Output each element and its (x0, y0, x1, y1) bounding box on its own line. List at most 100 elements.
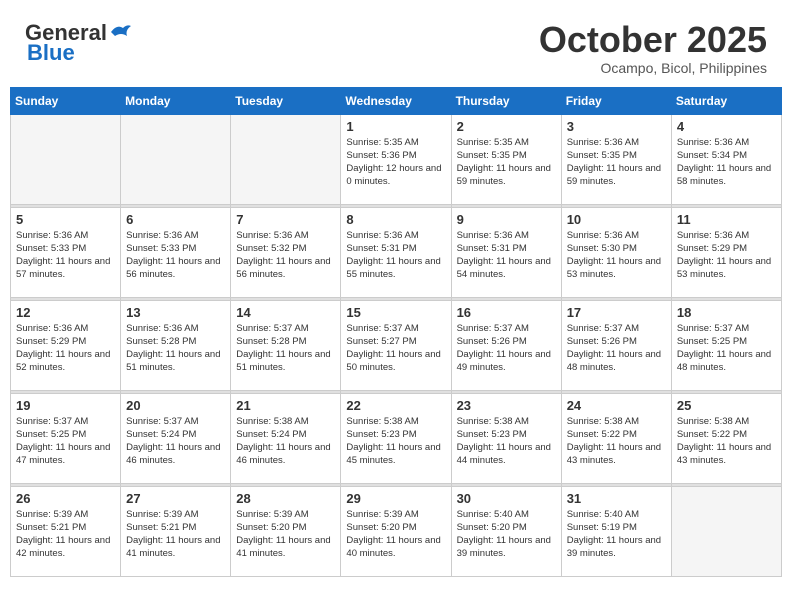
calendar-day-cell: 14 Sunrise: 5:37 AMSunset: 5:28 PMDayligh… (231, 300, 341, 390)
calendar-day-cell: 2 Sunrise: 5:35 AMSunset: 5:35 PMDaylight… (451, 114, 561, 204)
calendar-week-3: 12 Sunrise: 5:36 AMSunset: 5:29 PMDayligh… (11, 300, 782, 390)
calendar-day-cell: 5Sunrise: 5:36 AMSunset: 5:33 PMDaylight… (11, 207, 121, 297)
day-number: 21 (236, 398, 335, 413)
day-number: 13 (126, 305, 225, 320)
calendar-day-cell: 10 Sunrise: 5:36 AMSunset: 5:30 PMDayligh… (561, 207, 671, 297)
day-info: Sunrise: 5:36 AMSunset: 5:35 PMDaylight:… (567, 136, 666, 189)
calendar-day-cell: 7 Sunrise: 5:36 AMSunset: 5:32 PMDaylight… (231, 207, 341, 297)
calendar-day-cell: 1 Sunrise: 5:35 AMSunset: 5:36 PMDaylight… (341, 114, 451, 204)
day-info: Sunrise: 5:36 AMSunset: 5:29 PMDaylight:… (16, 322, 115, 375)
calendar-day-cell: 23Sunrise: 5:38 AMSunset: 5:23 PMDayligh… (451, 393, 561, 483)
day-info: Sunrise: 5:36 AMSunset: 5:28 PMDaylight:… (126, 322, 225, 375)
day-info: Sunrise: 5:37 AMSunset: 5:26 PMDaylight:… (457, 322, 556, 375)
day-number: 18 (677, 305, 776, 320)
day-number: 3 (567, 119, 666, 134)
logo: General Blue (25, 20, 131, 66)
day-info: Sunrise: 5:40 AMSunset: 5:19 PMDaylight:… (567, 508, 666, 561)
day-number: 2 (457, 119, 556, 134)
day-info: Sunrise: 5:37 AMSunset: 5:26 PMDaylight:… (567, 322, 666, 375)
calendar-day-cell: 27 Sunrise: 5:39 AMSunset: 5:21 PMDayligh… (121, 486, 231, 576)
day-info: Sunrise: 5:39 AMSunset: 5:21 PMDaylight:… (16, 508, 115, 561)
weekday-header-tuesday: Tuesday (231, 87, 341, 114)
day-info: Sunrise: 5:36 AMSunset: 5:33 PMDaylight:… (126, 229, 225, 282)
calendar-day-cell: 22 Sunrise: 5:38 AMSunset: 5:23 PMDayligh… (341, 393, 451, 483)
calendar-day-cell: 8Sunrise: 5:36 AMSunset: 5:31 PMDaylight… (341, 207, 451, 297)
day-info: Sunrise: 5:36 AMSunset: 5:29 PMDaylight:… (677, 229, 776, 282)
day-number: 22 (346, 398, 445, 413)
day-number: 26 (16, 491, 115, 506)
logo-blue: Blue (27, 40, 75, 66)
day-number: 27 (126, 491, 225, 506)
calendar-header-row: SundayMondayTuesdayWednesdayThursdayFrid… (11, 87, 782, 114)
day-number: 5 (16, 212, 115, 227)
calendar-week-4: 19Sunrise: 5:37 AMSunset: 5:25 PMDayligh… (11, 393, 782, 483)
calendar-day-cell: 28 Sunrise: 5:39 AMSunset: 5:20 PMDayligh… (231, 486, 341, 576)
calendar-day-cell: 18 Sunrise: 5:37 AMSunset: 5:25 PMDayligh… (671, 300, 781, 390)
calendar-day-cell: 24 Sunrise: 5:38 AMSunset: 5:22 PMDayligh… (561, 393, 671, 483)
weekday-header-sunday: Sunday (11, 87, 121, 114)
logo-bird-icon (109, 22, 131, 42)
day-number: 17 (567, 305, 666, 320)
day-number: 8 (346, 212, 445, 227)
calendar-day-cell: 21 Sunrise: 5:38 AMSunset: 5:24 PMDayligh… (231, 393, 341, 483)
calendar-day-cell (671, 486, 781, 576)
day-number: 23 (457, 398, 556, 413)
calendar-week-5: 26 Sunrise: 5:39 AMSunset: 5:21 PMDayligh… (11, 486, 782, 576)
weekday-header-friday: Friday (561, 87, 671, 114)
day-number: 7 (236, 212, 335, 227)
day-number: 25 (677, 398, 776, 413)
day-number: 20 (126, 398, 225, 413)
day-number: 6 (126, 212, 225, 227)
day-number: 16 (457, 305, 556, 320)
day-number: 4 (677, 119, 776, 134)
day-info: Sunrise: 5:39 AMSunset: 5:20 PMDaylight:… (346, 508, 445, 561)
location-subtitle: Ocampo, Bicol, Philippines (539, 60, 767, 76)
title-block: October 2025 Ocampo, Bicol, Philippines (539, 20, 767, 76)
day-info: Sunrise: 5:37 AMSunset: 5:25 PMDaylight:… (677, 322, 776, 375)
calendar-day-cell (121, 114, 231, 204)
day-info: Sunrise: 5:38 AMSunset: 5:22 PMDaylight:… (677, 415, 776, 468)
calendar-day-cell: 9 Sunrise: 5:36 AMSunset: 5:31 PMDaylight… (451, 207, 561, 297)
day-number: 12 (16, 305, 115, 320)
day-info: Sunrise: 5:36 AMSunset: 5:32 PMDaylight:… (236, 229, 335, 282)
day-info: Sunrise: 5:36 AMSunset: 5:31 PMDaylight:… (457, 229, 556, 282)
day-info: Sunrise: 5:37 AMSunset: 5:25 PMDaylight:… (16, 415, 115, 468)
calendar-day-cell: 30Sunrise: 5:40 AMSunset: 5:20 PMDayligh… (451, 486, 561, 576)
page-header: General Blue October 2025 Ocampo, Bicol,… (10, 10, 782, 81)
calendar-day-cell: 29 Sunrise: 5:39 AMSunset: 5:20 PMDayligh… (341, 486, 451, 576)
day-info: Sunrise: 5:40 AMSunset: 5:20 PMDaylight:… (457, 508, 556, 561)
calendar-day-cell: 13 Sunrise: 5:36 AMSunset: 5:28 PMDayligh… (121, 300, 231, 390)
day-info: Sunrise: 5:36 AMSunset: 5:30 PMDaylight:… (567, 229, 666, 282)
calendar-day-cell: 25 Sunrise: 5:38 AMSunset: 5:22 PMDayligh… (671, 393, 781, 483)
calendar-day-cell: 12 Sunrise: 5:36 AMSunset: 5:29 PMDayligh… (11, 300, 121, 390)
calendar-day-cell: 3 Sunrise: 5:36 AMSunset: 5:35 PMDaylight… (561, 114, 671, 204)
day-info: Sunrise: 5:35 AMSunset: 5:35 PMDaylight:… (457, 136, 556, 189)
calendar-day-cell: 11Sunrise: 5:36 AMSunset: 5:29 PMDayligh… (671, 207, 781, 297)
day-number: 10 (567, 212, 666, 227)
calendar-table: SundayMondayTuesdayWednesdayThursdayFrid… (10, 87, 782, 577)
day-number: 14 (236, 305, 335, 320)
day-info: Sunrise: 5:37 AMSunset: 5:27 PMDaylight:… (346, 322, 445, 375)
weekday-header-monday: Monday (121, 87, 231, 114)
day-number: 1 (346, 119, 445, 134)
day-number: 15 (346, 305, 445, 320)
day-info: Sunrise: 5:38 AMSunset: 5:23 PMDaylight:… (346, 415, 445, 468)
day-info: Sunrise: 5:38 AMSunset: 5:22 PMDaylight:… (567, 415, 666, 468)
day-info: Sunrise: 5:37 AMSunset: 5:24 PMDaylight:… (126, 415, 225, 468)
day-info: Sunrise: 5:37 AMSunset: 5:28 PMDaylight:… (236, 322, 335, 375)
day-info: Sunrise: 5:35 AMSunset: 5:36 PMDaylight:… (346, 136, 445, 189)
day-number: 28 (236, 491, 335, 506)
day-info: Sunrise: 5:39 AMSunset: 5:21 PMDaylight:… (126, 508, 225, 561)
calendar-week-2: 5 Sunrise: 5:36 AMSunset: 5:33 PMDaylight… (11, 207, 782, 297)
day-number: 9 (457, 212, 556, 227)
weekday-header-saturday: Saturday (671, 87, 781, 114)
calendar-day-cell: 31Sunrise: 5:40 AMSunset: 5:19 PMDayligh… (561, 486, 671, 576)
calendar-day-cell: 26 Sunrise: 5:39 AMSunset: 5:21 PMDayligh… (11, 486, 121, 576)
day-number: 29 (346, 491, 445, 506)
day-info: Sunrise: 5:38 AMSunset: 5:24 PMDaylight:… (236, 415, 335, 468)
calendar-day-cell (11, 114, 121, 204)
calendar-week-1: 1 Sunrise: 5:35 AMSunset: 5:36 PMDaylight… (11, 114, 782, 204)
day-info: Sunrise: 5:39 AMSunset: 5:20 PMDaylight:… (236, 508, 335, 561)
day-number: 24 (567, 398, 666, 413)
calendar-day-cell: 4Sunrise: 5:36 AMSunset: 5:34 PMDaylight… (671, 114, 781, 204)
